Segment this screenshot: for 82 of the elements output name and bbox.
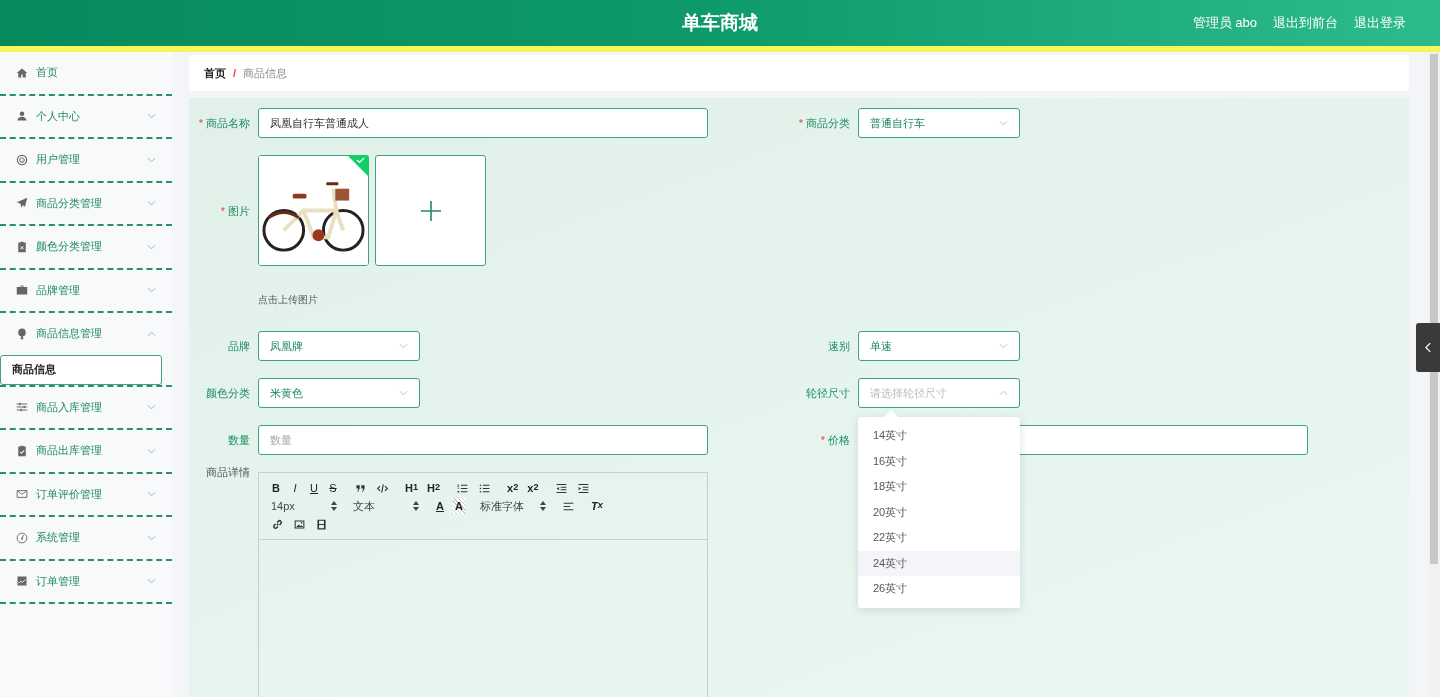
toolbar-picker[interactable]: 14px bbox=[269, 498, 339, 514]
chevron-down-icon bbox=[999, 343, 1008, 349]
toolbar-picker[interactable]: 文本 bbox=[351, 498, 421, 514]
sidebar-item[interactable]: 商品出库管理 bbox=[0, 430, 172, 472]
field-label: 数量 bbox=[227, 432, 250, 448]
format-button[interactable]: A bbox=[433, 498, 447, 514]
select-field[interactable]: 米黄色 bbox=[258, 378, 420, 408]
format-button[interactable]: U bbox=[307, 480, 321, 496]
bullet-list-icon bbox=[478, 481, 492, 495]
sidebar-item[interactable]: 颜色分类管理 bbox=[0, 226, 172, 268]
add-image-button[interactable] bbox=[375, 155, 486, 266]
chevron-down-icon bbox=[399, 390, 408, 396]
envelope-icon bbox=[16, 488, 28, 501]
dropdown-option[interactable]: 16英寸 bbox=[858, 448, 1020, 474]
toolbar-picker[interactable]: 标准字体 bbox=[478, 498, 548, 514]
field-label: 颜色分类 bbox=[205, 385, 250, 401]
upload-hint: 点击上传图片 bbox=[258, 293, 319, 307]
dropdown-option[interactable]: 22英寸 bbox=[858, 525, 1020, 551]
numbered-list-icon bbox=[456, 481, 470, 495]
field-label: * 商品分类 bbox=[797, 115, 850, 131]
format-button[interactable]: A bbox=[452, 498, 466, 514]
field-label: 商品详情 bbox=[205, 465, 250, 480]
field-label: * 图片 bbox=[219, 204, 250, 219]
up-down-arrows-icon bbox=[540, 501, 546, 511]
briefcase-icon bbox=[16, 284, 28, 297]
clipboard-cross-icon bbox=[16, 240, 28, 253]
select-field[interactable]: 普通自行车 bbox=[858, 108, 1020, 138]
select-field[interactable]: 凤凰牌 bbox=[258, 331, 420, 361]
breadcrumb-separator: / bbox=[233, 67, 237, 79]
indent-icon bbox=[576, 481, 590, 495]
site-title: 单车商城 bbox=[682, 11, 758, 35]
clipboard-check-icon bbox=[16, 444, 28, 457]
sidebar-item[interactable]: 品牌管理 bbox=[0, 269, 172, 311]
paper-plane-icon bbox=[16, 197, 28, 210]
admin-name: 管理员 abo bbox=[1192, 14, 1257, 32]
field-label: * 商品名称 bbox=[197, 115, 250, 131]
dropdown-option[interactable]: 14英寸 bbox=[858, 423, 1020, 449]
chevron-down-icon bbox=[399, 343, 408, 349]
outdent-icon bbox=[554, 481, 568, 495]
select-field[interactable]: 单速 bbox=[858, 331, 1020, 361]
code-icon bbox=[376, 481, 389, 495]
gauge-icon bbox=[16, 531, 28, 544]
sidebar-item[interactable]: 商品入库管理 bbox=[0, 386, 172, 428]
sidebar-subitem[interactable]: 商品信息 bbox=[0, 354, 162, 385]
balloon-icon bbox=[16, 327, 28, 340]
sidebar-item[interactable]: 系统管理 bbox=[0, 517, 172, 559]
chevron-up-icon bbox=[999, 390, 1008, 396]
breadcrumb-link[interactable]: 首页 bbox=[204, 65, 226, 81]
plus-icon bbox=[418, 198, 443, 223]
up-down-arrows-icon bbox=[413, 501, 419, 511]
sidebar-item[interactable]: 商品分类管理 bbox=[0, 182, 172, 224]
sidebar-item[interactable]: 商品信息管理 bbox=[0, 313, 172, 355]
sidebar-item[interactable]: 订单评价管理 bbox=[0, 473, 172, 515]
text-field[interactable]: 数量 bbox=[258, 425, 708, 455]
chevron-left-icon bbox=[1424, 342, 1432, 353]
image-icon bbox=[293, 517, 306, 531]
up-down-arrows-icon bbox=[331, 501, 337, 511]
chart-icon bbox=[16, 575, 28, 588]
format-button[interactable]: B bbox=[269, 480, 283, 496]
format-button[interactable]: S bbox=[326, 480, 340, 496]
dropdown-option[interactable]: 18英寸 bbox=[858, 474, 1020, 500]
field-label: * 价格 bbox=[819, 432, 850, 448]
home-icon bbox=[16, 66, 28, 79]
dropdown-option[interactable]: 24英寸 bbox=[858, 550, 1020, 576]
link-icon bbox=[271, 517, 284, 531]
format-button[interactable]: I bbox=[288, 480, 302, 496]
sliders-icon bbox=[16, 401, 28, 414]
sidebar-item[interactable]: 个人中心 bbox=[0, 95, 172, 137]
chevron-down-icon bbox=[999, 120, 1008, 126]
lifebuoy-icon bbox=[16, 153, 28, 166]
dropdown-option[interactable]: 26英寸 bbox=[858, 576, 1020, 602]
field-label: 轮径尺寸 bbox=[805, 385, 850, 401]
sidebar-item[interactable]: 订单管理 bbox=[0, 560, 172, 602]
film-icon bbox=[315, 517, 328, 531]
sidebar-item[interactable]: 用户管理 bbox=[0, 139, 172, 181]
field-label: 品牌 bbox=[227, 338, 250, 354]
field-label: 速别 bbox=[827, 338, 850, 354]
sidebar-item[interactable]: 首页 bbox=[0, 52, 172, 94]
text-field[interactable]: 凤凰自行车普通成人 bbox=[258, 108, 708, 138]
user-icon bbox=[16, 110, 28, 123]
scrollbar[interactable] bbox=[1428, 52, 1440, 697]
dropdown-option[interactable]: 20英寸 bbox=[858, 499, 1020, 525]
